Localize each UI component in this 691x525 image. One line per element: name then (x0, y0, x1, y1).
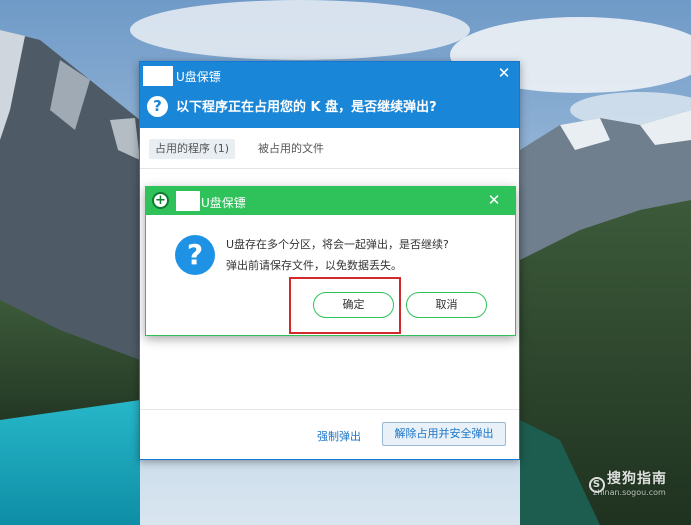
question-icon: ? (147, 96, 168, 117)
watermark: S 搜狗指南 zhinan.sogou.com (589, 468, 667, 497)
watermark-domain: zhinan.sogou.com (593, 488, 666, 497)
close-icon[interactable]: ✕ (485, 191, 503, 209)
tab-bar: 占用的程序 (1) 被占用的文件 (140, 128, 519, 169)
cancel-button[interactable]: 取消 (406, 292, 487, 318)
question-icon: ? (175, 235, 215, 275)
dialog-title: U盘保镖 (201, 196, 246, 210)
watermark-brand: 搜狗指南 (607, 471, 667, 487)
main-window-title: U盘保镖 (176, 70, 221, 84)
app-logo (176, 191, 200, 211)
safe-eject-button[interactable]: 解除占用并安全弹出 (382, 422, 506, 446)
eject-question: 以下程序正在占用您的 K 盘，是否继续弹出? (176, 100, 437, 115)
dialog-message-line2: 弹出前请保存文件，以免数据丢失。 (226, 259, 402, 272)
tab-occupied-files[interactable]: 被占用的文件 (258, 139, 324, 159)
app-icon: + (152, 192, 169, 209)
highlight-box (289, 277, 401, 334)
force-eject-link[interactable]: 强制弹出 (317, 428, 361, 444)
tab-occupying-programs[interactable]: 占用的程序 (1) (149, 139, 236, 159)
main-window-header: U盘保镖 ✕ ? 以下程序正在占用您的 K 盘，是否继续弹出? (140, 62, 519, 128)
dialog-header: + U盘保镖 ✕ (146, 187, 515, 215)
app-logo (143, 66, 173, 86)
close-icon[interactable]: ✕ (495, 64, 513, 82)
main-window-footer: 强制弹出 解除占用并安全弹出 (140, 409, 519, 460)
dialog-message-line1: U盘存在多个分区，将会一起弹出，是否继续? (226, 238, 449, 251)
